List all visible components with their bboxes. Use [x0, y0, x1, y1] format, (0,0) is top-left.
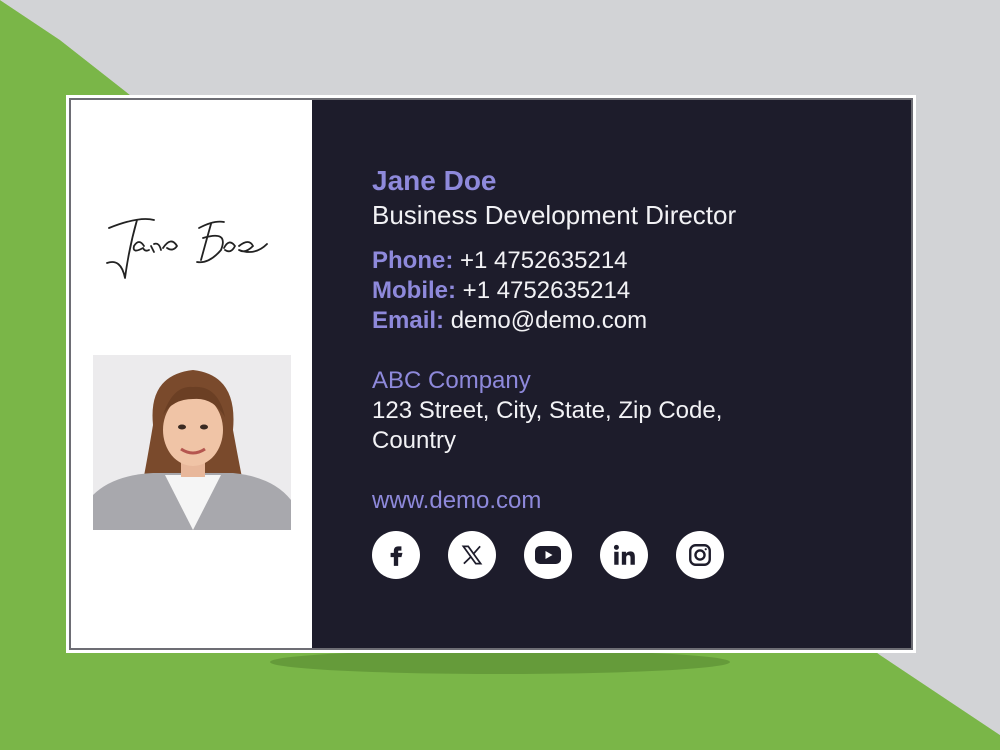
youtube-icon[interactable] [524, 531, 572, 579]
phone-value[interactable]: +1 4752635214 [460, 247, 628, 274]
x-icon[interactable] [448, 531, 496, 579]
company-address: 123 Street, City, State, Zip Code, Count… [372, 397, 723, 454]
job-title: Business Development Director [372, 200, 737, 230]
linkedin-icon[interactable] [600, 531, 648, 579]
facebook-icon[interactable] [372, 531, 420, 579]
email-label: Email: [372, 307, 445, 334]
card-frame: Jane Doe Business Development Director P… [69, 98, 913, 650]
email-signature-card: Jane Doe Business Development Director P… [66, 95, 916, 653]
profile-photo [93, 355, 291, 530]
phone-label: Phone: [372, 247, 454, 274]
email-line: Email: demo@demo.com [372, 306, 792, 336]
company-name: ABC Company [372, 367, 531, 394]
left-panel [71, 100, 312, 648]
mobile-label: Mobile: [372, 277, 456, 304]
phone-line: Phone: +1 4752635214 [372, 246, 792, 276]
person-name: Jane Doe [372, 165, 497, 196]
handwritten-signature [99, 208, 279, 288]
email-value[interactable]: demo@demo.com [451, 307, 647, 334]
social-links [372, 531, 724, 579]
website-link[interactable]: www.demo.com [372, 486, 792, 516]
contact-lines: Phone: +1 4752635214 Mobile: +1 47526352… [372, 246, 792, 336]
right-panel: Jane Doe Business Development Director P… [312, 100, 911, 648]
mobile-value[interactable]: +1 4752635214 [463, 277, 631, 304]
instagram-icon[interactable] [676, 531, 724, 579]
contact-details: Jane Doe Business Development Director P… [372, 164, 792, 516]
mobile-line: Mobile: +1 4752635214 [372, 276, 792, 306]
